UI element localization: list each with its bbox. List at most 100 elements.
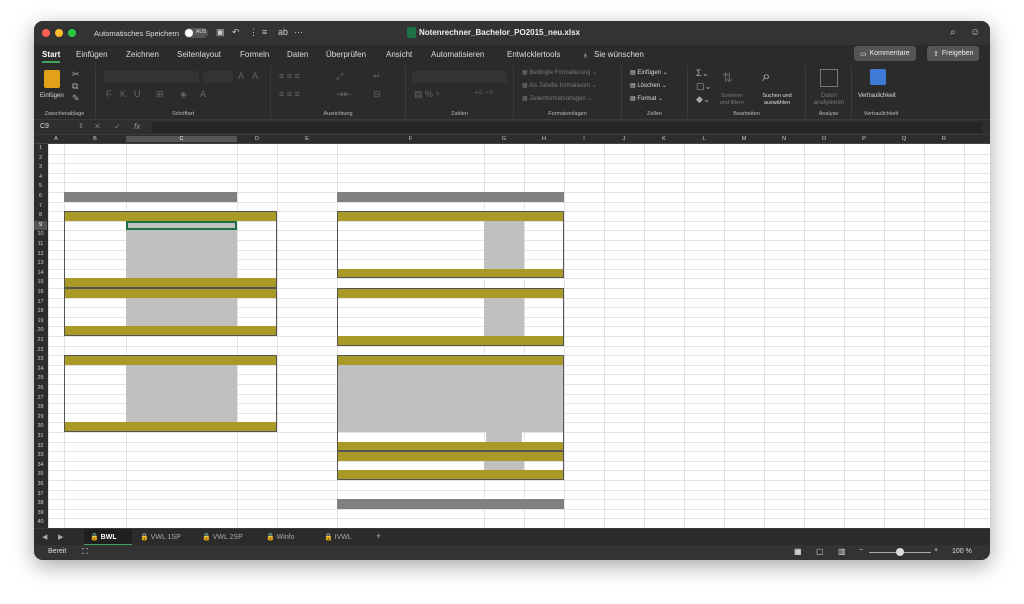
more-icon[interactable]: ···	[294, 27, 303, 37]
row-header[interactable]: 3	[34, 163, 47, 173]
redo-icon[interactable]: ⋮	[249, 27, 258, 38]
insert-function-button[interactable]: fx	[134, 122, 140, 131]
row-header[interactable]: 37	[34, 490, 47, 500]
currency-icon[interactable]: ▤ % ⁹	[414, 89, 439, 100]
row-header[interactable]: 22	[34, 346, 47, 356]
row-header[interactable]: 33	[34, 451, 47, 461]
row-header[interactable]: 20	[34, 326, 47, 336]
column-header[interactable]: C	[126, 136, 237, 142]
grade-input-area[interactable]	[484, 220, 524, 269]
number-format-select[interactable]	[412, 71, 507, 83]
sheet-tab-ivwl[interactable]: 🔒 IVWL	[324, 533, 352, 541]
row-header[interactable]: 8	[34, 211, 47, 221]
share-button[interactable]: ⇪ Freigeben	[927, 46, 980, 61]
tab-einfuegen[interactable]: Einfügen	[76, 50, 108, 59]
row-header[interactable]: 38	[34, 499, 47, 509]
row-header[interactable]: 17	[34, 298, 47, 308]
copy-icon[interactable]: ⧉	[72, 81, 78, 92]
conditional-format-button[interactable]: ▦ Bedingte Formatierung ⌄	[522, 69, 597, 76]
name-box-stepper-icon[interactable]: ⇕	[78, 122, 84, 130]
column-header[interactable]: B	[64, 136, 126, 142]
row-header[interactable]: 16	[34, 288, 47, 298]
row-header[interactable]: 26	[34, 384, 47, 394]
clear-icon[interactable]: ◆⌄	[696, 94, 710, 105]
italic-icon[interactable]: K	[120, 89, 126, 99]
row-header[interactable]: 29	[34, 413, 47, 423]
comments-button[interactable]: ▭ Kommentare	[854, 46, 916, 61]
row-header[interactable]: 14	[34, 269, 47, 279]
column-header[interactable]: N	[764, 136, 804, 142]
font-color-icon[interactable]: A	[200, 89, 206, 99]
cell-styles-button[interactable]: ▦ Zellenformatvorlagen ⌄	[522, 95, 592, 102]
tab-zeichnen[interactable]: Zeichnen	[126, 50, 159, 59]
column-header[interactable]: P	[844, 136, 884, 142]
row-header[interactable]: 35	[34, 470, 47, 480]
analyze-data-icon[interactable]	[820, 69, 838, 87]
tab-entwicklertools[interactable]: Entwicklertools	[507, 50, 560, 59]
find-icon[interactable]: ⌕	[762, 68, 770, 85]
name-box[interactable]: C9	[40, 123, 49, 130]
tab-automatisieren[interactable]: Automatisieren	[431, 50, 484, 59]
add-sheet-button[interactable]: +	[376, 531, 381, 541]
fill-color-icon[interactable]: ◈	[180, 89, 187, 100]
tab-tell-me[interactable]: Sie wünschen	[594, 50, 644, 59]
account-icon[interactable]: ☺	[970, 27, 980, 38]
normal-view-icon[interactable]: ▦	[794, 547, 802, 556]
zoom-window-button[interactable]	[68, 29, 76, 37]
column-header[interactable]: H	[524, 136, 564, 142]
row-header[interactable]: 9	[34, 220, 47, 231]
font-size-select[interactable]	[203, 71, 233, 83]
column-header[interactable]: I	[564, 136, 604, 142]
cancel-icon[interactable]: ✕	[94, 122, 101, 131]
column-header[interactable]: F	[337, 136, 484, 142]
zoom-in-button[interactable]: +	[934, 547, 938, 554]
column-header[interactable]: J	[604, 136, 644, 142]
row-header[interactable]: 28	[34, 403, 47, 413]
cut-icon[interactable]: ✂	[72, 69, 80, 80]
format-painter-icon[interactable]: ✎	[72, 93, 80, 104]
column-header[interactable]: A	[48, 136, 64, 142]
wrap-text-icon[interactable]: ↵	[373, 71, 381, 82]
indent-icon[interactable]: ⇥⇤	[336, 89, 351, 100]
row-header[interactable]: 30	[34, 422, 47, 432]
merge-icon[interactable]: ⊟	[373, 89, 381, 100]
column-header[interactable]: D	[237, 136, 277, 142]
align-left-icon[interactable]: ≡ ≡ ≡	[279, 89, 300, 99]
find-select-button[interactable]: Suchen und auswählen	[756, 93, 798, 107]
autosave-toggle[interactable]: AUS	[184, 28, 208, 38]
row-header[interactable]: 4	[34, 173, 47, 183]
row-header[interactable]: 11	[34, 240, 47, 250]
column-header[interactable]: G	[484, 136, 524, 142]
page-layout-view-icon[interactable]: ▢	[816, 547, 824, 556]
underline-icon[interactable]: U	[134, 89, 141, 99]
row-header[interactable]: 19	[34, 317, 47, 327]
save-icon[interactable]: ▣	[216, 27, 225, 38]
row-header[interactable]: 39	[34, 509, 47, 519]
row-header[interactable]: 36	[34, 480, 47, 490]
sort-icon[interactable]: ≡	[262, 27, 267, 37]
formula-input[interactable]	[152, 122, 982, 133]
decimal-icon[interactable]: ⁺⁰ ⁻⁰	[474, 89, 493, 100]
row-header[interactable]: 15	[34, 278, 47, 288]
format-cells-button[interactable]: ▤ Format ⌄	[630, 95, 663, 102]
grow-font-icon[interactable]: A	[238, 71, 244, 81]
row-header[interactable]: 10	[34, 230, 47, 240]
column-header[interactable]: O	[804, 136, 844, 142]
tab-daten[interactable]: Daten	[287, 50, 308, 59]
accessibility-icon[interactable]: ⛶	[82, 547, 88, 557]
grade-input-area[interactable]	[126, 364, 237, 423]
shrink-font-icon[interactable]: A	[252, 71, 258, 81]
zoom-level[interactable]: 100 %	[952, 548, 972, 555]
column-header[interactable]: M	[724, 136, 764, 142]
confirm-icon[interactable]: ✓	[114, 122, 121, 131]
row-header[interactable]: 5	[34, 182, 47, 192]
grade-input-area[interactable]	[126, 297, 237, 327]
insert-cells-button[interactable]: ▤ Einfügen ⌄	[630, 69, 668, 76]
next-sheet-icon[interactable]: ▶	[58, 533, 63, 541]
close-window-button[interactable]	[42, 29, 50, 37]
paste-icon[interactable]	[44, 70, 60, 88]
row-header[interactable]: 34	[34, 461, 47, 471]
row-header[interactable]: 31	[34, 432, 47, 442]
border-icon[interactable]: ⊞	[156, 89, 164, 100]
tab-ueberpruefen[interactable]: Überprüfen	[326, 50, 366, 59]
